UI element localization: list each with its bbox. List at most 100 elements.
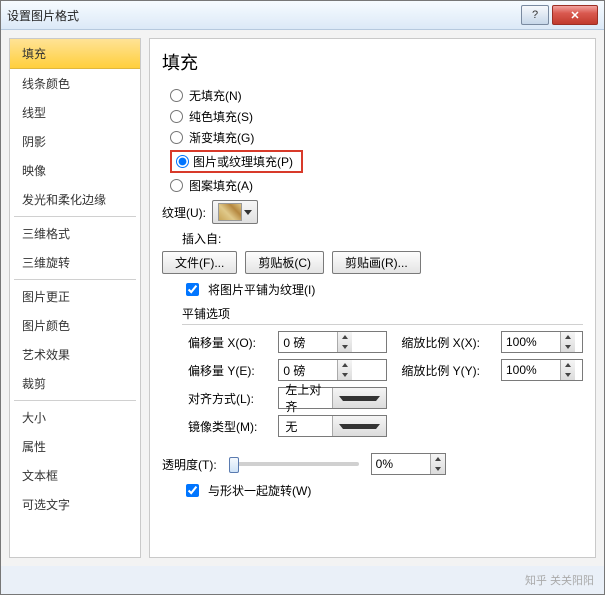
chevron-down-icon [339, 396, 380, 401]
fill-option-gradient[interactable]: 渐变填充(G) [162, 127, 583, 148]
radio-pattern-label: 图案填充(A) [189, 177, 253, 194]
rotate-checkbox[interactable] [186, 484, 199, 497]
transparency-row: 透明度(T): [162, 453, 583, 475]
align-label: 对齐方式(L): [188, 390, 264, 407]
category-sidebar: 填充线条颜色线型阴影映像发光和柔化边缘三维格式三维旋转图片更正图片颜色艺术效果裁… [9, 38, 141, 558]
offset-x-input[interactable] [278, 331, 387, 353]
section-heading: 填充 [162, 49, 583, 75]
content-pane: 填充 无填充(N) 纯色填充(S) 渐变填充(G) 图片或纹理填充(P) [149, 38, 596, 558]
sidebar-item[interactable]: 线条颜色 [10, 69, 140, 98]
spin-up-icon[interactable] [561, 360, 575, 370]
close-button[interactable]: ✕ [552, 5, 598, 25]
rotate-checkbox-row[interactable]: 与形状一起旋转(W) [182, 481, 583, 500]
transparency-label: 透明度(T): [162, 456, 217, 473]
tile-checkbox[interactable] [186, 283, 199, 296]
insert-buttons: 文件(F)... 剪贴板(C) 剪贴画(R)... [162, 251, 583, 274]
radio-solid-label: 纯色填充(S) [189, 108, 253, 125]
texture-label: 纹理(U): [162, 204, 206, 221]
insert-from-label: 插入自: [182, 230, 583, 247]
tile-checkbox-row[interactable]: 将图片平铺为纹理(I) [182, 280, 583, 299]
clipart-button[interactable]: 剪贴画(R)... [332, 251, 421, 274]
offset-y-input[interactable] [278, 359, 387, 381]
texture-swatch [218, 203, 242, 221]
spin-down-icon[interactable] [338, 342, 352, 352]
texture-picker[interactable] [212, 200, 258, 224]
tile-options-grid: 偏移量 X(O): 缩放比例 X(X): 偏移量 Y(E): 缩放比例 Y(Y)… [188, 331, 583, 437]
sidebar-item[interactable]: 裁剪 [10, 369, 140, 398]
sidebar-item[interactable]: 大小 [10, 403, 140, 432]
dialog-window: 设置图片格式 ? ✕ 填充线条颜色线型阴影映像发光和柔化边缘三维格式三维旋转图片… [0, 0, 605, 595]
radio-pattern[interactable] [170, 179, 183, 192]
spin-up-icon[interactable] [561, 332, 575, 342]
dialog-body: 填充线条颜色线型阴影映像发光和柔化边缘三维格式三维旋转图片更正图片颜色艺术效果裁… [1, 30, 604, 566]
mirror-label: 镜像类型(M): [188, 418, 264, 435]
scale-y-input[interactable] [501, 359, 583, 381]
radio-gradient-label: 渐变填充(G) [189, 129, 254, 146]
sidebar-item[interactable]: 图片更正 [10, 282, 140, 311]
sidebar-item[interactable]: 发光和柔化边缘 [10, 185, 140, 214]
offset-x-label: 偏移量 X(O): [188, 334, 264, 351]
radio-picture[interactable] [176, 155, 189, 168]
slider-thumb[interactable] [229, 457, 239, 473]
sidebar-item[interactable]: 图片颜色 [10, 311, 140, 340]
chevron-down-icon [244, 210, 252, 215]
spin-up-icon[interactable] [338, 360, 352, 370]
sidebar-item[interactable]: 填充 [10, 39, 140, 69]
spin-down-icon[interactable] [561, 342, 575, 352]
fill-option-pattern[interactable]: 图案填充(A) [162, 175, 583, 196]
spin-up-icon[interactable] [338, 332, 352, 342]
scale-x-field[interactable] [502, 332, 560, 352]
clipboard-button[interactable]: 剪贴板(C) [245, 251, 324, 274]
transparency-slider[interactable] [229, 462, 359, 466]
offset-y-label: 偏移量 Y(E): [188, 362, 264, 379]
radio-none-label: 无填充(N) [189, 87, 242, 104]
chevron-down-icon [339, 424, 380, 429]
sidebar-separator [14, 400, 136, 401]
file-button[interactable]: 文件(F)... [162, 251, 237, 274]
window-buttons: ? ✕ [521, 5, 598, 25]
sidebar-item[interactable]: 艺术效果 [10, 340, 140, 369]
radio-gradient[interactable] [170, 131, 183, 144]
spin-down-icon[interactable] [561, 370, 575, 380]
texture-row: 纹理(U): [162, 200, 583, 224]
footer-watermark: 知乎 关关阳阳 [1, 566, 604, 594]
title-bar: 设置图片格式 ? ✕ [1, 1, 604, 30]
window-title: 设置图片格式 [7, 7, 521, 24]
sidebar-separator [14, 216, 136, 217]
scale-x-label: 缩放比例 X(X): [401, 334, 487, 351]
sidebar-item[interactable]: 三维格式 [10, 219, 140, 248]
mirror-value: 无 [279, 418, 332, 435]
radio-picture-label: 图片或纹理填充(P) [193, 153, 293, 170]
scale-x-input[interactable] [501, 331, 583, 353]
help-button[interactable]: ? [521, 5, 549, 25]
mirror-select[interactable]: 无 [278, 415, 387, 437]
tile-checkbox-label: 将图片平铺为纹理(I) [208, 281, 315, 298]
sidebar-item[interactable]: 映像 [10, 156, 140, 185]
sidebar-item[interactable]: 文本框 [10, 461, 140, 490]
sidebar-item[interactable]: 属性 [10, 432, 140, 461]
tile-group-label: 平铺选项 [182, 305, 583, 322]
transparency-field[interactable] [372, 454, 430, 474]
fill-option-picture[interactable]: 图片或纹理填充(P) [162, 148, 583, 175]
align-select[interactable]: 左上对齐 [278, 387, 387, 409]
offset-y-field[interactable] [279, 360, 337, 380]
highlighted-option: 图片或纹理填充(P) [170, 150, 303, 173]
spin-down-icon[interactable] [338, 370, 352, 380]
sidebar-item[interactable]: 阴影 [10, 127, 140, 156]
sidebar-item[interactable]: 可选文字 [10, 490, 140, 519]
transparency-input[interactable] [371, 453, 446, 475]
radio-solid[interactable] [170, 110, 183, 123]
scale-y-label: 缩放比例 Y(Y): [401, 362, 487, 379]
sidebar-item[interactable]: 三维旋转 [10, 248, 140, 277]
spin-up-icon[interactable] [431, 454, 445, 464]
offset-x-field[interactable] [279, 332, 337, 352]
radio-none[interactable] [170, 89, 183, 102]
scale-y-field[interactable] [502, 360, 560, 380]
fill-option-none[interactable]: 无填充(N) [162, 85, 583, 106]
fill-option-solid[interactable]: 纯色填充(S) [162, 106, 583, 127]
sidebar-item[interactable]: 线型 [10, 98, 140, 127]
sidebar-separator [14, 279, 136, 280]
rotate-checkbox-label: 与形状一起旋转(W) [208, 482, 311, 499]
align-value: 左上对齐 [279, 381, 332, 415]
spin-down-icon[interactable] [431, 464, 445, 474]
